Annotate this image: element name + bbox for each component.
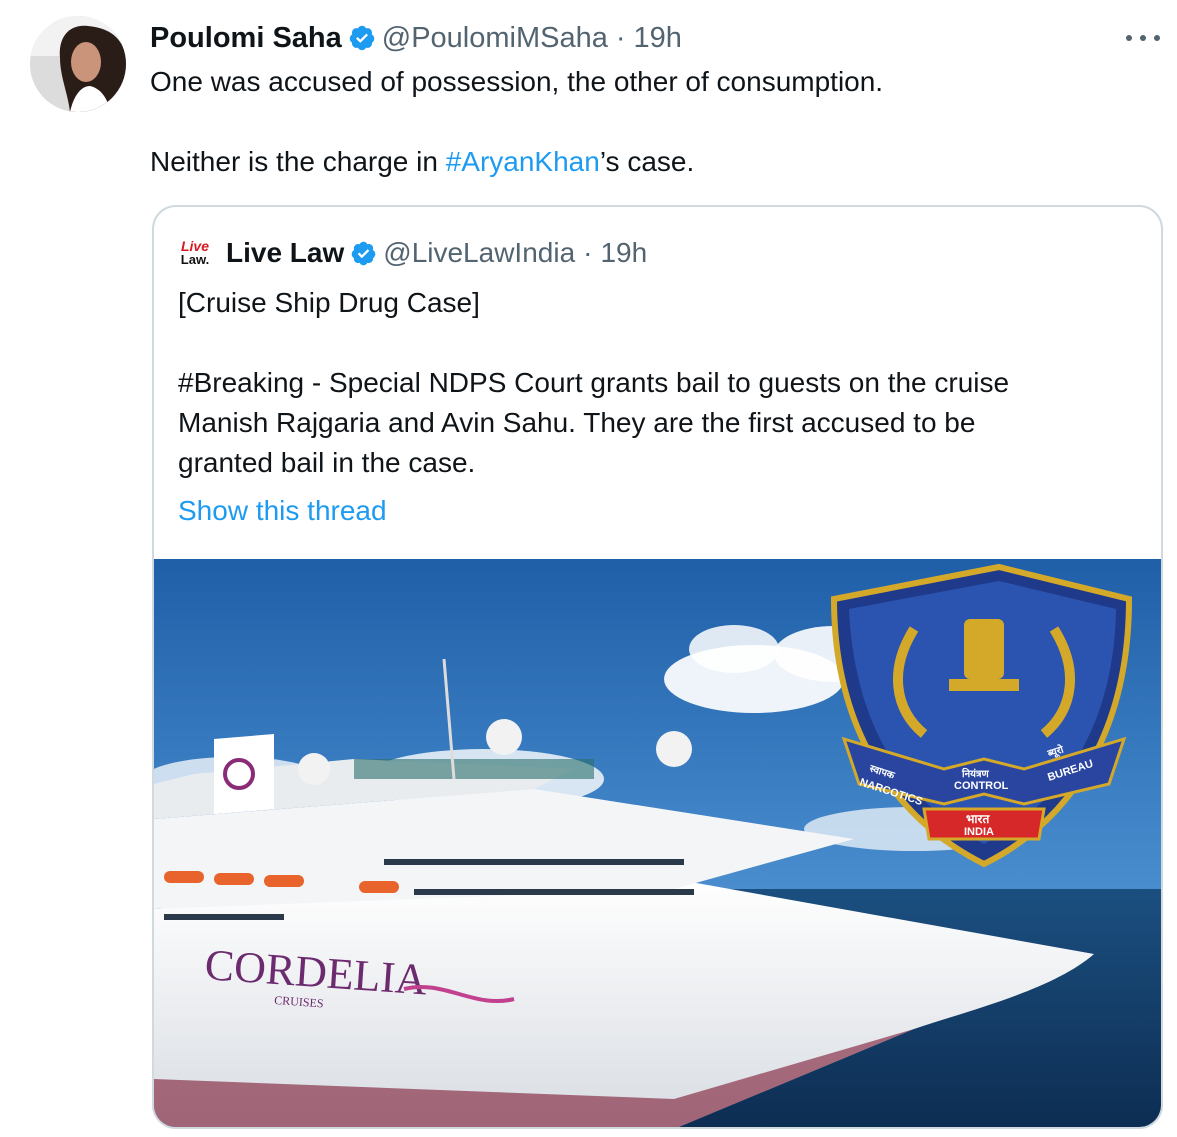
cruise-ship-photo: CORDELIA CRUISES स्वापक NARCOTICS नियंत्… [154,559,1161,1127]
quoted-timestamp[interactable]: 19h [600,237,647,269]
quoted-text-line: granted bail in the case. [178,447,476,478]
author-display-name[interactable]: Poulomi Saha [150,22,342,55]
quoted-text-line: Manish Rajgaria and Avin Sahu. They are … [178,407,976,438]
more-dots-icon[interactable] [1126,26,1160,50]
tweet-body: One was accused of possession, the other… [150,62,1150,182]
tweet-text-segment: Neither is the charge in [150,146,446,177]
quoted-text-line: #Breaking - Special NDPS Court grants ba… [178,367,1010,398]
quoted-tweet-card[interactable]: Live Law. Live Law @LiveLawIndia · 19h [… [152,205,1163,1129]
livelaw-logo: Live Law. [178,236,212,270]
author-avatar[interactable] [30,16,126,112]
quoted-handle[interactable]: @LiveLawIndia [383,237,575,269]
emblem-banner-center: CONTROL [954,780,1009,792]
tweet-media-image[interactable]: CORDELIA CRUISES स्वापक NARCOTICS नियंत्… [154,559,1161,1127]
quoted-display-name[interactable]: Live Law [226,237,344,269]
quoted-tweet-header: Live Law. Live Law @LiveLawIndia · 19h [178,233,647,273]
hashtag-link[interactable]: #AryanKhan [446,146,600,177]
separator-dot: · [583,237,593,268]
tweet-header: Poulomi Saha @PoulomiMSaha · 19h [150,18,682,58]
tweet-text-line: One was accused of possession, the other… [150,66,884,97]
verified-badge-icon [348,24,376,52]
tweet-timestamp[interactable]: 19h [634,22,682,55]
quoted-text-line: [Cruise Ship Drug Case] [178,287,480,318]
tweet-text-segment: ’s case. [599,146,695,177]
author-handle[interactable]: @PoulomiMSaha [382,22,608,55]
emblem-ribbon-hindi: भारत [966,812,990,826]
avatar-photo [30,16,126,112]
quoted-tweet-body: [Cruise Ship Drug Case] #Breaking - Spec… [178,283,1138,531]
verified-badge-icon [350,240,377,267]
show-thread-link[interactable]: Show this thread [178,491,1138,531]
separator-dot: · [615,21,626,54]
tweet-text-line: Neither is the charge in #AryanKhan’s ca… [150,142,1150,182]
emblem-ribbon-text: INDIA [964,826,994,838]
emblem-hindi-center: नियंत्रण [961,767,989,780]
logo-text: Law. [180,252,210,267]
